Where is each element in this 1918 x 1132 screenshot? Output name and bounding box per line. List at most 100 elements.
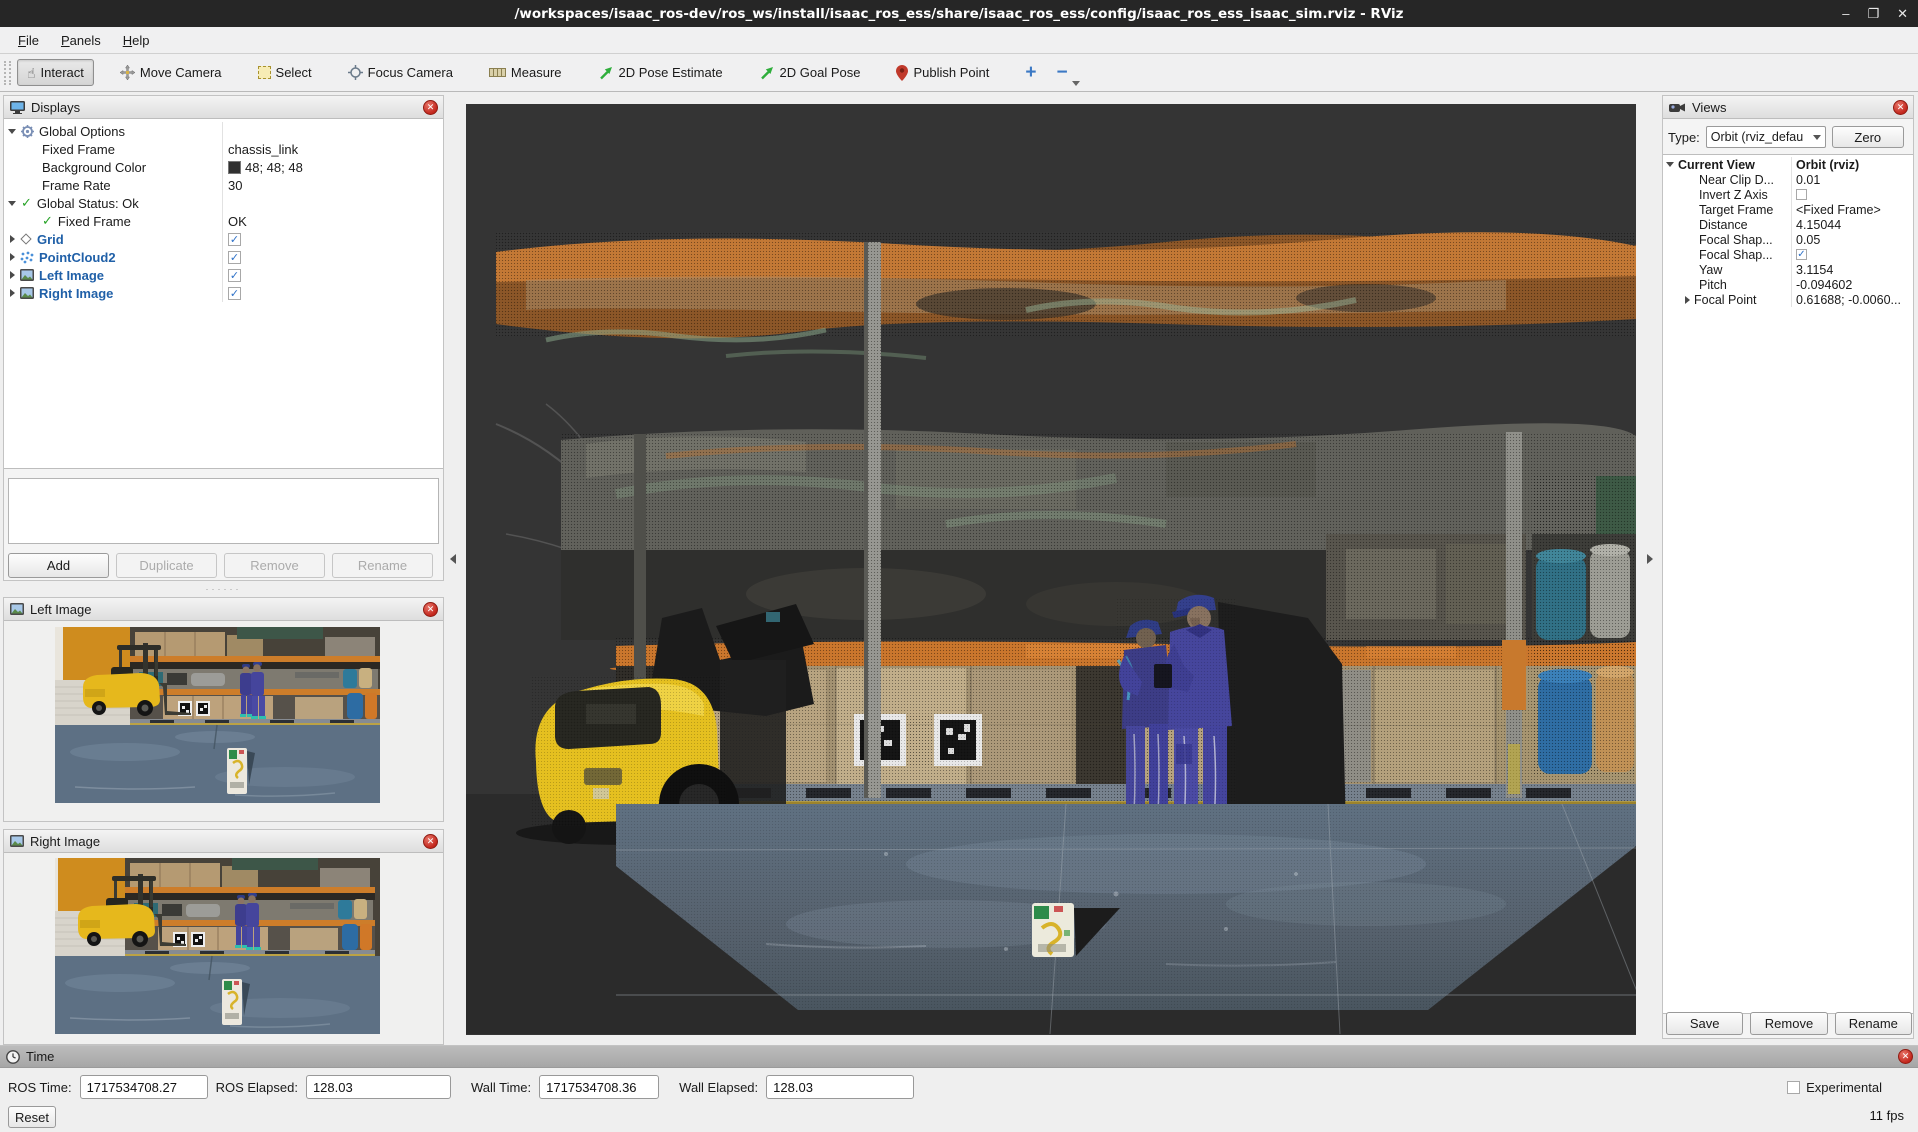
fixed-frame-value[interactable]: chassis_link	[222, 140, 443, 158]
tree-row-right-image[interactable]: Right Image	[4, 284, 443, 302]
zero-button[interactable]: Zero	[1832, 126, 1904, 148]
expander-icon[interactable]	[10, 253, 15, 261]
view-row-focal-shape-fixed[interactable]: Focal Shap...	[1663, 247, 1913, 262]
move-camera-tool-button[interactable]: Move Camera	[110, 59, 232, 86]
expander-icon[interactable]	[10, 235, 15, 243]
image-icon	[10, 603, 24, 615]
tree-row-background-color[interactable]: Background Color 48; 48; 48	[4, 158, 443, 176]
pointcloud2-enabled-checkbox[interactable]	[228, 251, 241, 264]
save-button[interactable]: Save	[1666, 1012, 1743, 1035]
tree-row-global-status[interactable]: ✓Global Status: Ok	[4, 194, 443, 212]
close-icon[interactable]: ✕	[423, 602, 438, 617]
tree-row-fixed-frame[interactable]: Fixed Frame chassis_link	[4, 140, 443, 158]
invert-z-checkbox[interactable]	[1796, 189, 1807, 200]
menu-help[interactable]: Help	[113, 30, 160, 51]
publish-point-tool-button[interactable]: Publish Point	[886, 59, 999, 87]
remove-tool-button[interactable]: −	[1046, 62, 1077, 84]
image-icon	[20, 287, 34, 299]
right-panel-collapse-handle[interactable]	[1645, 550, 1654, 568]
tree-row-pointcloud2[interactable]: PointCloud2	[4, 248, 443, 266]
window-titlebar: /workspaces/isaac_ros-dev/ros_ws/install…	[0, 0, 1918, 27]
right-image-panel-titlebar[interactable]: Right Image ✕	[4, 830, 443, 853]
wall-elapsed-input[interactable]	[766, 1075, 914, 1099]
check-icon: ✓	[21, 195, 32, 211]
grid-icon	[20, 233, 31, 244]
close-icon[interactable]: ✕	[1893, 100, 1908, 115]
panel-title: Right Image	[30, 834, 100, 849]
left-image-enabled-checkbox[interactable]	[228, 269, 241, 282]
chevron-down-icon	[1072, 81, 1080, 86]
panel-title: Views	[1692, 100, 1726, 115]
remove-view-button[interactable]: Remove	[1750, 1012, 1827, 1035]
add-button[interactable]: Add	[8, 553, 109, 578]
maximize-icon[interactable]: ❐	[1867, 6, 1879, 22]
reset-button[interactable]: Reset	[8, 1106, 56, 1128]
view-type-dropdown[interactable]: Orbit (rviz_defau	[1706, 126, 1826, 148]
goal-pose-tool-button[interactable]: 2D Goal Pose	[749, 59, 871, 87]
chevron-down-icon	[1813, 135, 1821, 140]
color-swatch	[228, 161, 241, 174]
frame-rate-value[interactable]: 30	[222, 176, 443, 194]
close-icon[interactable]: ✕	[423, 834, 438, 849]
expander-icon[interactable]	[10, 289, 15, 297]
tree-row-left-image[interactable]: Left Image	[4, 266, 443, 284]
time-bottom-row: Reset 11 fps	[8, 1106, 1904, 1130]
expander-icon[interactable]	[8, 129, 16, 134]
view-row-target-frame[interactable]: Target Frame <Fixed Frame>	[1663, 202, 1913, 217]
monitor-icon	[10, 101, 25, 114]
menu-panels[interactable]: Panels	[51, 30, 111, 51]
tree-row-grid[interactable]: Grid	[4, 230, 443, 248]
wall-time-input[interactable]	[539, 1075, 659, 1099]
3d-viewport[interactable]	[466, 104, 1636, 1035]
displays-panel-titlebar[interactable]: Displays ✕	[4, 96, 443, 119]
left-image-panel-titlebar[interactable]: Left Image ✕	[4, 598, 443, 621]
clock-icon	[6, 1050, 20, 1064]
select-tool-button[interactable]: Select	[248, 59, 322, 86]
toolbar-drag-handle[interactable]	[4, 61, 11, 85]
close-window-icon[interactable]: ✕	[1897, 6, 1908, 22]
focal-shape-fixed-checkbox[interactable]	[1796, 249, 1807, 260]
ros-elapsed-input[interactable]	[306, 1075, 451, 1099]
close-icon[interactable]: ✕	[423, 100, 438, 115]
ros-time-label: ROS Time:	[8, 1080, 72, 1095]
view-row-distance[interactable]: Distance 4.15044	[1663, 217, 1913, 232]
panel-title: Displays	[31, 100, 80, 115]
time-panel-titlebar[interactable]: Time ✕	[0, 1046, 1918, 1068]
background-color-value[interactable]: 48; 48; 48	[222, 158, 443, 176]
views-tree: Current View Orbit (rviz) Near Clip D...…	[1663, 154, 1913, 1014]
view-row-yaw[interactable]: Yaw 3.1154	[1663, 262, 1913, 277]
minimize-icon[interactable]: –	[1842, 6, 1849, 21]
view-row-focal-shape-size[interactable]: Focal Shap... 0.05	[1663, 232, 1913, 247]
close-icon[interactable]: ✕	[1898, 1049, 1913, 1064]
view-row-current-view[interactable]: Current View Orbit (rviz)	[1663, 157, 1913, 172]
menu-file[interactable]: File	[8, 30, 49, 51]
view-row-near-clip[interactable]: Near Clip D... 0.01	[1663, 172, 1913, 187]
expander-icon[interactable]	[10, 271, 15, 279]
expander-icon[interactable]	[1666, 162, 1674, 167]
tree-row-global-options[interactable]: Global Options	[4, 122, 443, 140]
view-row-focal-point[interactable]: Focal Point 0.61688; -0.0060...	[1663, 292, 1913, 307]
view-row-invert-z[interactable]: Invert Z Axis	[1663, 187, 1913, 202]
measure-tool-button[interactable]: Measure	[479, 59, 572, 86]
right-image-enabled-checkbox[interactable]	[228, 287, 241, 300]
left-panel-collapse-handle[interactable]	[448, 550, 457, 568]
rename-view-button[interactable]: Rename	[1835, 1012, 1912, 1035]
grid-enabled-checkbox[interactable]	[228, 233, 241, 246]
tree-row-frame-rate[interactable]: Frame Rate 30	[4, 176, 443, 194]
experimental-toggle[interactable]: Experimental	[1787, 1080, 1882, 1095]
chevron-left-icon	[450, 554, 456, 564]
chevron-right-icon	[1647, 554, 1653, 564]
expander-icon[interactable]	[8, 201, 16, 206]
interact-tool-button[interactable]: ☝ Interact	[17, 59, 94, 86]
tree-row-fixed-frame-status[interactable]: ✓Fixed Frame OK	[4, 212, 443, 230]
add-tool-button[interactable]: +	[1015, 62, 1046, 84]
focus-camera-tool-button[interactable]: Focus Camera	[338, 59, 463, 86]
view-row-pitch[interactable]: Pitch -0.094602	[1663, 277, 1913, 292]
remove-button: Remove	[224, 553, 325, 578]
pose-estimate-tool-button[interactable]: 2D Pose Estimate	[588, 59, 733, 87]
ros-time-input[interactable]	[80, 1075, 208, 1099]
views-panel-titlebar[interactable]: Views ✕	[1663, 96, 1913, 119]
expander-icon[interactable]	[1685, 296, 1690, 304]
experimental-checkbox[interactable]	[1787, 1081, 1800, 1094]
panel-splitter[interactable]: ······	[0, 584, 447, 594]
